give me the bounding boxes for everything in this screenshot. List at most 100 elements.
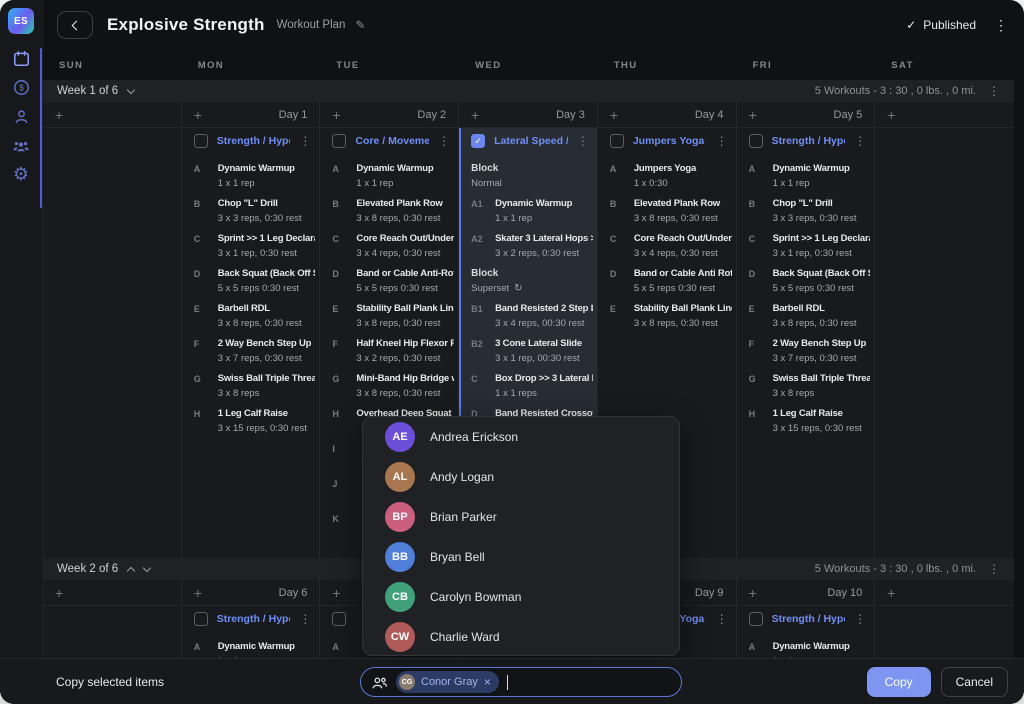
exercise-row[interactable]: CCore Reach Out/Under3 x 4 reps, 0:30 re… xyxy=(598,233,736,259)
workout-card[interactable]: Strength / Hypertro... ⋮ ADynamic Warmup1 … xyxy=(737,128,875,440)
sidebar-item-athletes[interactable] xyxy=(11,106,31,126)
published-status[interactable]: ✓Published xyxy=(906,18,976,32)
sidebar-item-calendar[interactable] xyxy=(11,48,31,68)
exercise-row[interactable]: H1 Leg Calf Raise3 x 15 reps, 0:30 rest xyxy=(737,408,875,434)
copy-button[interactable]: Copy xyxy=(867,667,931,697)
exercise-row[interactable]: H1 Leg Calf Raise3 x 15 reps, 0:30 rest xyxy=(182,408,320,434)
member-option[interactable]: AEAndrea Erickson xyxy=(363,417,679,457)
add-workout-button[interactable]: + xyxy=(332,108,340,122)
close-icon[interactable]: × xyxy=(484,676,491,688)
sidebar-item-groups[interactable] xyxy=(11,135,31,155)
exercise-row[interactable]: FHalf Kneel Hip Flexor Rais...3 x 2 reps… xyxy=(320,338,458,364)
add-workout-button[interactable]: + xyxy=(55,586,63,600)
edit-pencil-icon[interactable]: ✎ xyxy=(355,18,365,32)
workout-title[interactable]: Strength / Hypertro... xyxy=(772,135,846,147)
exercise-row[interactable]: ADynamic Warmup1 x 1 rep xyxy=(320,163,458,189)
workout-card[interactable]: Strength / Hypertro... ⋮ ADynamic Warmup1 … xyxy=(737,606,875,658)
exercise-row[interactable]: GMini-Band Hip Bridge w/ ...3 x 8 reps, … xyxy=(320,373,458,399)
kebab-menu-icon[interactable]: ⋮ xyxy=(854,612,866,626)
kebab-menu-icon[interactable]: ⋮ xyxy=(716,612,728,626)
workout-checkbox[interactable] xyxy=(332,612,346,626)
add-workout-button[interactable]: + xyxy=(749,108,757,122)
sidebar-item-billing[interactable]: $ xyxy=(11,77,31,97)
exercise-row[interactable]: DBack Squat (Back Off Set)5 x 5 reps 0:3… xyxy=(737,268,875,294)
workout-title[interactable]: Jumpers Yoga / Core xyxy=(633,135,707,147)
exercise-row[interactable]: BElevated Plank Row3 x 8 reps, 0:30 rest xyxy=(320,198,458,224)
exercise-row[interactable]: F2 Way Bench Step Up3 x 7 reps, 0:30 res… xyxy=(182,338,320,364)
add-workout-button[interactable]: + xyxy=(332,586,340,600)
week-selector[interactable]: Week 2 of 6 xyxy=(57,563,150,575)
member-option[interactable]: BPBrian Parker xyxy=(363,497,679,537)
add-workout-button[interactable]: + xyxy=(194,108,202,122)
workout-checkbox[interactable]: ✓ xyxy=(471,134,485,148)
workout-title[interactable]: Strength / Hypertro... xyxy=(217,613,291,625)
cancel-button[interactable]: Cancel xyxy=(941,667,1008,697)
exercise-row[interactable]: ADynamic Warmup1 x 1 rep xyxy=(182,163,320,189)
exercise-row[interactable]: EBarbell RDL3 x 8 reps, 0:30 rest xyxy=(182,303,320,329)
exercise-row[interactable]: CSprint >> 1 Leg Declarations3 x 1 rep, … xyxy=(182,233,320,259)
exercise-row[interactable]: GSwiss Ball Triple Threat3 x 8 reps xyxy=(182,373,320,399)
add-workout-button[interactable]: + xyxy=(749,586,757,600)
kebab-menu-icon[interactable]: ⋮ xyxy=(716,134,728,148)
exercise-row[interactable]: CCore Reach Out/Under3 x 4 reps, 0:30 re… xyxy=(320,233,458,259)
workout-card[interactable]: Strength / Hypertro... ⋮ ADynamic Warmup1 … xyxy=(182,606,320,658)
workout-card[interactable]: Strength / Hypertro... ⋮ ADynamic Warmup1 … xyxy=(182,128,320,440)
exercise-row[interactable]: BChop "L" Drill3 x 3 reps, 0:30 rest xyxy=(737,198,875,224)
back-button[interactable] xyxy=(57,11,93,39)
workout-checkbox[interactable] xyxy=(749,612,763,626)
workout-title[interactable]: Strength / Hypertro... xyxy=(217,135,291,147)
workout-checkbox[interactable] xyxy=(332,134,346,148)
exercise-row[interactable]: EStability Ball Plank Linear ...3 x 8 re… xyxy=(320,303,458,329)
exercise-row[interactable]: EStability Ball Plank Linear ...3 x 8 re… xyxy=(598,303,736,329)
exercise-row[interactable]: ADynamic Warmup1 x 1 rep xyxy=(737,163,875,189)
kebab-menu-icon[interactable]: ⋮ xyxy=(438,134,450,148)
kebab-menu-icon[interactable]: ⋮ xyxy=(854,134,866,148)
kebab-menu-icon[interactable]: ⋮ xyxy=(299,612,311,626)
add-workout-button[interactable]: + xyxy=(610,108,618,122)
workout-title[interactable]: Strength / Hypertro... xyxy=(772,613,846,625)
member-option[interactable]: BBBryan Bell xyxy=(363,537,679,577)
exercise-row[interactable]: GSwiss Ball Triple Threat3 x 8 reps xyxy=(737,373,875,399)
app-logo[interactable]: ES xyxy=(8,8,34,34)
exercise-row[interactable]: B1Band Resisted 2 Step Late...3 x 4 reps… xyxy=(459,303,597,329)
workout-title[interactable]: Core / Movement Q... xyxy=(355,135,429,147)
exercise-row[interactable]: AJumpers Yoga1 x 0:30 xyxy=(598,163,736,189)
exercise-row[interactable]: CSprint >> 1 Leg Declarations3 x 1 rep, … xyxy=(737,233,875,259)
member-search-input[interactable]: CG Conor Gray × xyxy=(360,667,682,697)
kebab-menu-icon[interactable]: ⋮ xyxy=(299,134,311,148)
kebab-menu-icon[interactable]: ⋮ xyxy=(994,17,1008,34)
member-option[interactable]: CWCharlie Ward xyxy=(363,617,679,656)
kebab-menu-icon[interactable]: ⋮ xyxy=(988,562,1000,576)
workout-card[interactable]: Jumpers Yoga / Core ⋮ AJumpers Yoga1 x 0:3… xyxy=(598,128,736,335)
member-option[interactable]: ALAndy Logan xyxy=(363,457,679,497)
exercise-row[interactable]: CBox Drop >> 3 Lateral H...1 x 1 reps xyxy=(459,373,597,399)
exercise-row[interactable]: BChop "L" Drill3 x 3 reps, 0:30 rest xyxy=(182,198,320,224)
add-workout-button[interactable]: + xyxy=(55,108,63,122)
exercise-row[interactable]: A1Dynamic Warmup1 x 1 rep xyxy=(459,198,597,224)
kebab-menu-icon[interactable]: ⋮ xyxy=(988,84,1000,98)
exercise-row[interactable]: B23 Cone Lateral Slide3 x 1 rep, 00:30 r… xyxy=(459,338,597,364)
workout-card[interactable]: ✓Lateral Speed / Plyo⋮BlockNormalA1Dynam… xyxy=(459,128,597,440)
add-workout-button[interactable]: + xyxy=(887,586,895,600)
exercise-row[interactable]: ADynamic Warmup1 x 1 rep xyxy=(182,641,320,658)
workout-checkbox[interactable] xyxy=(194,134,208,148)
exercise-row[interactable]: BElevated Plank Row3 x 8 reps, 0:30 rest xyxy=(598,198,736,224)
exercise-row[interactable]: A2Skater 3 Lateral Hops >> ...3 x 2 reps… xyxy=(459,233,597,259)
exercise-row[interactable]: DBack Squat (Back Off Set)5 x 5 reps 0:3… xyxy=(182,268,320,294)
add-workout-button[interactable]: + xyxy=(471,108,479,122)
sidebar-item-settings[interactable]: ⚙ xyxy=(11,164,31,184)
add-workout-button[interactable]: + xyxy=(194,586,202,600)
kebab-menu-icon[interactable]: ⋮ xyxy=(577,134,589,148)
exercise-row[interactable]: F2 Way Bench Step Up3 x 7 reps, 0:30 res… xyxy=(737,338,875,364)
workout-title[interactable]: Lateral Speed / Plyo xyxy=(494,135,568,147)
exercise-row[interactable]: ADynamic Warmup1 x 1 rep xyxy=(737,641,875,658)
week-selector[interactable]: Week 1 of 6 xyxy=(57,85,134,97)
exercise-row[interactable]: EBarbell RDL3 x 8 reps, 0:30 rest xyxy=(737,303,875,329)
workout-checkbox[interactable] xyxy=(749,134,763,148)
workout-checkbox[interactable] xyxy=(610,134,624,148)
add-workout-button[interactable]: + xyxy=(887,108,895,122)
workout-checkbox[interactable] xyxy=(194,612,208,626)
exercise-row[interactable]: DBand or Cable Anti Rotati...5 x 5 reps … xyxy=(598,268,736,294)
member-option[interactable]: CBCarolyn Bowman xyxy=(363,577,679,617)
exercise-row[interactable]: DBand or Cable Anti-Rotati...5 x 5 reps … xyxy=(320,268,458,294)
